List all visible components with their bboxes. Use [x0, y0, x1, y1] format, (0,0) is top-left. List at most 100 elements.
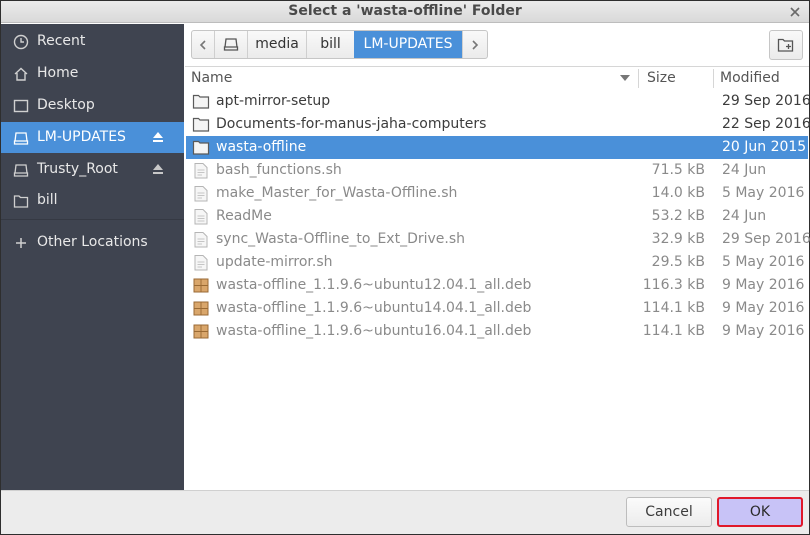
close-button[interactable]	[787, 4, 803, 20]
script-file-icon	[194, 186, 208, 202]
file-name: wasta-offline	[216, 139, 307, 155]
file-size: 53.2 kB	[651, 208, 705, 224]
file-modified: 9 May 2016	[722, 300, 805, 316]
file-row[interactable]: apt-mirror-setup 29 Sep 2016	[186, 90, 810, 113]
file-size: 14.0 kB	[651, 185, 705, 201]
path-back-button[interactable]	[192, 31, 214, 58]
file-modified: 9 May 2016	[722, 277, 805, 293]
places-sidebar: Recent Home Desktop LM-UPDATES Trusty_Ro…	[1, 24, 184, 490]
file-name: make_Master_for_Wasta-Offline.sh	[216, 185, 458, 201]
file-row[interactable]: update-mirror.sh 29.5 kB 5 May 2016	[186, 251, 808, 274]
sidebar-item-label: bill	[37, 192, 58, 208]
path-segment-media[interactable]: media	[248, 31, 306, 58]
column-header-size[interactable]: Size	[647, 67, 676, 89]
file-modified: 24 Jun	[722, 208, 767, 224]
script-file-icon	[194, 255, 208, 271]
file-name: wasta-offline_1.1.9.6~ubuntu14.04.1_all.…	[216, 300, 532, 316]
file-name: ReadMe	[216, 208, 272, 224]
file-modified: 20 Jun 2015	[722, 139, 807, 155]
file-row[interactable]: wasta-offline_1.1.9.6~ubuntu12.04.1_all.…	[186, 274, 808, 297]
cancel-button[interactable]: Cancel	[626, 497, 712, 527]
script-file-icon	[194, 232, 208, 248]
file-size: 32.9 kB	[651, 231, 705, 247]
file-modified: 9 May 2016	[722, 323, 805, 339]
text-file-icon	[194, 209, 208, 225]
file-name: apt-mirror-setup	[216, 93, 331, 109]
close-icon	[790, 7, 800, 17]
file-row[interactable]: Documents-for-manus-jaha-computers 22 Sep…	[186, 113, 810, 136]
path-segment-lm-updates[interactable]: LM-UPDATES	[354, 31, 462, 58]
file-row[interactable]: ReadMe 53.2 kB 24 Jun	[186, 205, 808, 228]
home-icon	[14, 67, 28, 81]
column-divider	[638, 69, 639, 88]
drive-icon	[13, 132, 29, 145]
chevron-left-icon	[199, 40, 206, 50]
sidebar-item-desktop[interactable]: Desktop	[1, 90, 184, 121]
sidebar-item-label: Other Locations	[37, 234, 148, 250]
package-icon	[193, 324, 209, 339]
file-modified: 29 Sep 2016	[722, 93, 810, 109]
file-name: update-mirror.sh	[216, 254, 333, 270]
file-name: wasta-offline_1.1.9.6~ubuntu16.04.1_all.…	[216, 323, 532, 339]
column-divider	[713, 69, 714, 88]
file-size: 71.5 kB	[651, 162, 705, 178]
title-bar: Select a 'wasta-offline' Folder	[1, 1, 809, 23]
file-row[interactable]: wasta-offline 20 Jun 2015	[186, 136, 808, 159]
file-row[interactable]: wasta-offline_1.1.9.6~ubuntu14.04.1_all.…	[186, 297, 808, 320]
file-row[interactable]: make_Master_for_Wasta-Offline.sh 14.0 kB 5…	[186, 182, 808, 205]
file-list: Name Size Modified apt-mirror-setup 29 Se…	[185, 66, 810, 489]
file-size: 29.5 kB	[651, 254, 705, 270]
sidebar-item-home[interactable]: Home	[1, 58, 184, 89]
file-row[interactable]: sync_Wasta-Offline_to_Ext_Drive.sh 32.9 k…	[186, 228, 810, 251]
create-folder-button[interactable]	[769, 30, 803, 60]
file-size: 116.3 kB	[642, 277, 705, 293]
sidebar-item-trusty-root[interactable]: Trusty_Root	[1, 154, 184, 185]
sidebar-item-label: LM-UPDATES	[37, 129, 126, 145]
file-modified: 29 Sep 2016	[722, 231, 810, 247]
new-folder-icon	[777, 38, 794, 52]
column-header-name[interactable]: Name	[191, 67, 232, 89]
path-bar: media bill LM-UPDATES	[191, 30, 488, 59]
sort-descending-icon[interactable]	[620, 75, 630, 81]
dialog-footer: Cancel OK	[1, 490, 809, 534]
folder-icon	[13, 195, 29, 208]
file-row[interactable]: wasta-offline_1.1.9.6~ubuntu16.04.1_all.…	[186, 320, 808, 343]
file-modified: 24 Jun	[722, 162, 767, 178]
folder-icon	[192, 117, 210, 132]
path-root-drive-button[interactable]	[215, 31, 247, 58]
sidebar-item-bill[interactable]: bill	[1, 185, 184, 216]
file-modified: 5 May 2016	[722, 185, 805, 201]
column-header-modified[interactable]: Modified	[720, 67, 780, 89]
file-size: 114.1 kB	[642, 323, 705, 339]
file-size: 114.1 kB	[642, 300, 705, 316]
path-segment-bill[interactable]: bill	[307, 31, 354, 58]
sidebar-item-label: Home	[37, 65, 79, 81]
sidebar-item-label: Trusty_Root	[37, 161, 118, 177]
eject-icon[interactable]	[151, 162, 165, 176]
eject-icon[interactable]	[151, 130, 165, 144]
file-name: Documents-for-manus-jaha-computers	[216, 116, 487, 132]
file-name: wasta-offline_1.1.9.6~ubuntu12.04.1_all.…	[216, 277, 532, 293]
plus-icon	[16, 238, 26, 248]
ok-button[interactable]: OK	[717, 497, 803, 527]
file-modified: 22 Sep 2016	[722, 116, 810, 132]
folder-icon	[192, 140, 210, 155]
package-icon	[193, 301, 209, 316]
folder-icon	[192, 94, 210, 109]
drive-icon	[13, 164, 29, 177]
script-file-icon	[194, 163, 208, 179]
file-name: bash_functions.sh	[216, 162, 342, 178]
file-row[interactable]: bash_functions.sh 71.5 kB 24 Jun	[186, 159, 808, 182]
sidebar-item-recent[interactable]: Recent	[1, 26, 184, 57]
clock-icon	[13, 34, 29, 50]
sidebar-item-other-locations[interactable]: Other Locations	[1, 227, 184, 258]
chevron-right-icon	[472, 40, 479, 50]
sidebar-item-label: Desktop	[37, 97, 95, 113]
path-forward-button[interactable]	[463, 31, 487, 58]
drive-icon	[223, 38, 239, 51]
sidebar-item-lm-updates[interactable]: LM-UPDATES	[1, 122, 184, 153]
file-name: sync_Wasta-Offline_to_Ext_Drive.sh	[216, 231, 466, 247]
dialog-title: Select a 'wasta-offline' Folder	[288, 3, 522, 19]
sidebar-item-label: Recent	[37, 33, 86, 49]
desktop-icon	[13, 99, 29, 113]
